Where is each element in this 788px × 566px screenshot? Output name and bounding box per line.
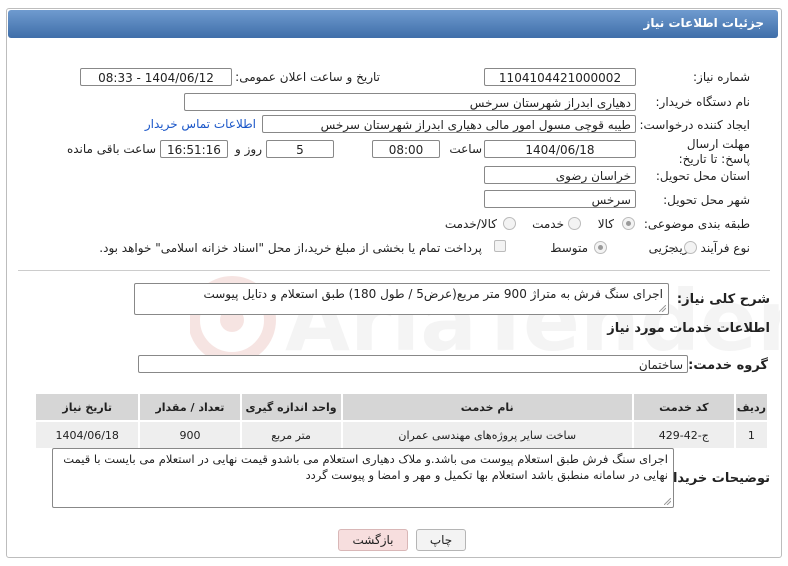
category-goods-service-radio[interactable]	[503, 217, 516, 230]
category-goods-service-label: کالا/خدمت	[444, 217, 497, 231]
province-field: خراسان رضوی	[484, 166, 636, 184]
process-partial-label: جزیی	[648, 241, 676, 255]
deadline-time-field: 08:00	[372, 140, 440, 158]
services-table: ردیف کد خدمت نام خدمت واحد اندازه گیری ت…	[33, 392, 770, 450]
table-row: 1 ج-42-429 ساخت سایر پروژه‌های مهندسی عم…	[33, 420, 770, 450]
province-label: استان محل تحویل:	[655, 169, 750, 183]
treasury-payment-checkbox[interactable]	[494, 240, 506, 252]
col-service-name: نام خدمت	[340, 392, 634, 422]
creator-field: طیبه قوچی مسول امور مالی دهیاری ابدراز ش…	[262, 115, 636, 133]
buyer-notes-text: اجرای سنگ فرش طبق استعلام پیوست می باشد.…	[63, 452, 668, 482]
creator-label: ایجاد کننده درخواست:	[639, 118, 750, 132]
category-label: طبقه بندی موضوعی:	[643, 217, 750, 231]
city-label: شهر محل تحویل:	[663, 193, 750, 207]
cell-row-number: 1	[733, 420, 770, 450]
deadline-time-label: ساعت	[449, 142, 482, 156]
cell-need-date: 1404/06/18	[33, 420, 141, 450]
page-title: جزئیات اطلاعات نیاز	[643, 16, 764, 30]
col-row-number: ردیف	[733, 392, 770, 422]
table-header-row: ردیف کد خدمت نام خدمت واحد اندازه گیری ت…	[33, 392, 770, 422]
col-service-code: کد خدمت	[631, 392, 736, 422]
payment-note: پرداخت تمام یا بخشی از مبلغ خرید،از محل …	[99, 241, 482, 255]
resize-grip-icon[interactable]	[664, 498, 671, 505]
days-label: روز و	[235, 142, 262, 156]
category-goods-label: کالا	[597, 217, 614, 231]
purchase-type-label: نوع فرآیند خرید :	[665, 241, 750, 255]
process-partial-radio[interactable]	[684, 241, 697, 254]
deadline-label: مهلت ارسال پاسخ: تا تاریخ:	[678, 137, 750, 166]
cell-quantity: 900	[138, 420, 242, 450]
summary-label: شرح کلی نیاز:	[676, 292, 770, 307]
category-service-radio[interactable]	[568, 217, 581, 230]
service-group-label: گروه خدمت:	[688, 358, 768, 373]
buyer-org-label: نام دستگاه خریدار:	[655, 95, 751, 109]
time-remaining-field: 16:51:16	[160, 140, 228, 158]
days-remaining-field: 5	[266, 140, 334, 158]
separator	[18, 270, 770, 271]
need-number-label: شماره نیاز:	[693, 70, 750, 84]
deadline-date-field: 1404/06/18	[484, 140, 636, 158]
announce-label: تاریخ و ساعت اعلان عمومی:	[235, 70, 380, 84]
cell-service-code: ج-42-429	[631, 420, 736, 450]
page-header: جزئیات اطلاعات نیاز	[8, 10, 778, 38]
buyer-contact-link[interactable]: اطلاعات تماس خریدار	[145, 117, 256, 131]
buyer-notes-label: توضیحات خریدار:	[660, 471, 770, 486]
col-unit: واحد اندازه گیری	[239, 392, 343, 422]
remaining-label: ساعت باقی مانده	[66, 142, 156, 156]
col-need-date: تاریخ نیاز	[33, 392, 141, 422]
announce-datetime-field: 1404/06/12 - 08:33	[80, 68, 232, 86]
cell-unit: متر مربع	[239, 420, 343, 450]
buyer-notes-textarea[interactable]: اجرای سنگ فرش طبق استعلام پیوست می باشد.…	[52, 448, 674, 508]
need-number-field: 1104104421000002	[484, 68, 636, 86]
process-medium-radio[interactable]	[594, 241, 607, 254]
buyer-org-field: دهیاری ابدراز شهرستان سرخس	[184, 93, 636, 111]
col-quantity: تعداد / مقدار	[138, 392, 242, 422]
summary-textarea[interactable]: اجرای سنگ فرش به متراژ 900 متر مربع(عرض5…	[134, 283, 669, 315]
city-field: سرخس	[484, 190, 636, 208]
category-goods-radio[interactable]	[622, 217, 635, 230]
print-button[interactable]: چاپ	[416, 529, 466, 551]
back-button[interactable]: بازگشت	[338, 529, 408, 551]
summary-text: اجرای سنگ فرش به متراژ 900 متر مربع(عرض5…	[203, 287, 663, 301]
process-medium-label: متوسط	[550, 241, 588, 255]
cell-service-name: ساخت سایر پروژه‌های مهندسی عمران	[340, 420, 634, 450]
services-section-title: اطلاعات خدمات مورد نیاز	[607, 321, 770, 336]
category-service-label: خدمت	[532, 217, 564, 231]
resize-grip-icon[interactable]	[659, 305, 666, 312]
service-group-field: ساختمان	[138, 355, 688, 373]
